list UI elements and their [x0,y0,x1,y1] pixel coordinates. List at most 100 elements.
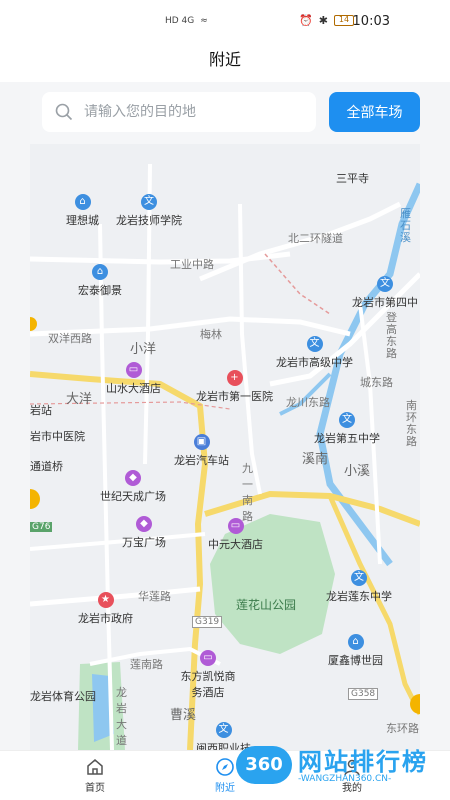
road-label: 龙川东路 [286,396,330,409]
alarm-icon: ⏰ [299,14,313,27]
mall-icon: ◆ [136,516,152,532]
school-icon: 文 [377,276,393,292]
poi-label: 龙岩汽车站 [174,454,229,467]
bluetooth-icon: ✱ [318,14,328,27]
building-icon: ⌂ [92,264,108,280]
watermark-subtitle: -WANGZHAN360.CN- [298,774,392,784]
search-row: 全部车场 [30,82,420,144]
main-road-3 [327,494,420,716]
poi[interactable]: ▭ 山水大酒店 [106,362,161,396]
search-box[interactable] [42,92,316,132]
road-label: 九一南路 [242,462,253,523]
road-label: 城东路 [360,376,393,389]
road-label: 岩站 [30,404,52,417]
hotel-icon: ▭ [125,362,142,378]
mall-icon: ◆ [125,470,141,486]
poi-label: 厦鑫博世园 [328,654,383,667]
poi[interactable]: 文龙岩莲东中学 [326,570,392,604]
poi-label: 三平寺 [336,172,369,185]
poi[interactable]: 岩市中医院 [30,428,85,444]
school-icon: 文 [141,194,157,210]
school-icon: 文 [306,336,323,352]
road-label: 南环东路 [406,399,417,448]
poi-label: 东方凯悦商务酒店 [180,670,236,699]
home-icon [87,759,103,775]
poi[interactable]: 文龙岩市高级中学 [276,336,353,370]
bus-station-icon: ▣ [193,434,210,450]
app-root: HD 4G ≈ ⏰ ✱ 14 10:03 附近 全部车场 [0,0,450,800]
poi-label: 龙岩体育公园 [30,690,96,703]
wifi-icon: ≈ [200,16,208,26]
poi[interactable]: ◆ 世纪天成广场 [100,470,166,504]
poi[interactable]: + 龙岩市第一医院 [196,370,273,404]
compass-icon [216,758,234,776]
hospital-icon: + [226,370,243,386]
building-icon: ⌂ [74,194,91,210]
status-left-icons: HD 4G ≈ [165,16,208,26]
poi[interactable]: ▭ 东方凯悦商务酒店 [180,650,236,700]
poi[interactable]: ▣ 龙岩汽车站 [174,434,229,468]
highway-shield: G76 [30,522,53,532]
building-icon: ⌂ [347,634,364,650]
road-south [30,532,206,551]
government-icon: ★ [97,592,114,608]
edge-marker-left-1 [30,317,37,331]
road-label: 莲南路 [130,658,163,671]
school-icon: 文 [351,570,367,586]
watermark: 360 网站排行榜 -WANGZHAN360.CN- [236,740,446,796]
road-label: 龙岩大道 [116,686,127,747]
poi[interactable]: ★ 龙岩市政府 [78,592,133,626]
road-label: 华莲路 [138,590,171,603]
road-dashed [264,253,331,315]
poi[interactable]: 文龙岩第五中学 [314,412,380,446]
area-label: 小洋 [130,342,157,357]
search-input[interactable] [84,104,304,120]
poi-label: 宏泰御景 [78,284,122,297]
poi-label: 龙岩市高级中学 [276,356,353,369]
poi[interactable]: 三平寺 [336,170,369,186]
poi-label: 龙岩莲东中学 [326,590,392,603]
watermark-title: 网站排行榜 [298,748,428,776]
poi-label: 龙岩市政府 [78,612,133,625]
all-parking-lots-button[interactable]: 全部车场 [329,92,420,132]
poi[interactable]: ◆ 万宝广场 [122,516,166,550]
network-indicator: HD 4G [165,16,195,26]
status-right-icons: ⏰ ✱ 14 [299,14,354,27]
road-v2 [238,203,262,495]
poi-label: 龙岩市第一医院 [196,390,273,403]
poi-label: 中元大酒店 [208,538,263,551]
poi-label: 理想城 [66,214,99,227]
poi-label: 岩市中医院 [30,430,85,443]
tab-home[interactable]: 首页 [65,757,125,794]
status-bar: HD 4G ≈ ⏰ ✱ 14 10:03 [0,0,450,44]
highway-shield: G319 [192,616,223,628]
map-view[interactable]: 三平寺 ⌂ 理想城 文龙岩技师学院 ⌂ 宏泰御景 文龙岩市第四中 文龙岩市高级中学 … [30,144,420,750]
poi[interactable]: 龙岩体育公园 [30,688,96,704]
poi[interactable]: ⌂ 理想城 [66,194,99,228]
poi-label: 龙岩技师学院 [116,214,182,227]
poi-label: 山水大酒店 [106,382,161,395]
poi[interactable]: 文龙岩市第四中 [352,276,418,310]
road-label: 东环路 [386,722,419,735]
area-label: 曹溪 [170,708,197,723]
poi[interactable]: ⌂ 宏泰御景 [78,264,122,298]
highway-shield: G358 [348,688,379,700]
page-title: 附近 [0,44,450,82]
school-icon: 文 [215,722,232,738]
battery-icon: 14 [334,15,354,26]
area-label: 溪南 [302,452,329,467]
road-label: 双洋西路 [48,332,92,345]
road-label: 登高东路 [386,311,397,360]
poi[interactable]: ⌂ 厦鑫博世园 [328,634,383,668]
poi[interactable]: 文龙岩技师学院 [116,194,182,228]
water-label: 雁石溪 [400,207,411,244]
tab-home-label: 首页 [85,783,105,794]
watermark-logo: 360 [236,746,292,784]
edge-marker-left-2 [30,489,40,509]
poi-label: 龙岩第五中学 [314,432,380,445]
area-label: 大洋 [66,392,93,407]
area-label: 小溪 [344,464,371,479]
school-icon: 文 [339,412,355,428]
search-icon [55,103,73,121]
road-label: 通道桥 [30,460,63,473]
